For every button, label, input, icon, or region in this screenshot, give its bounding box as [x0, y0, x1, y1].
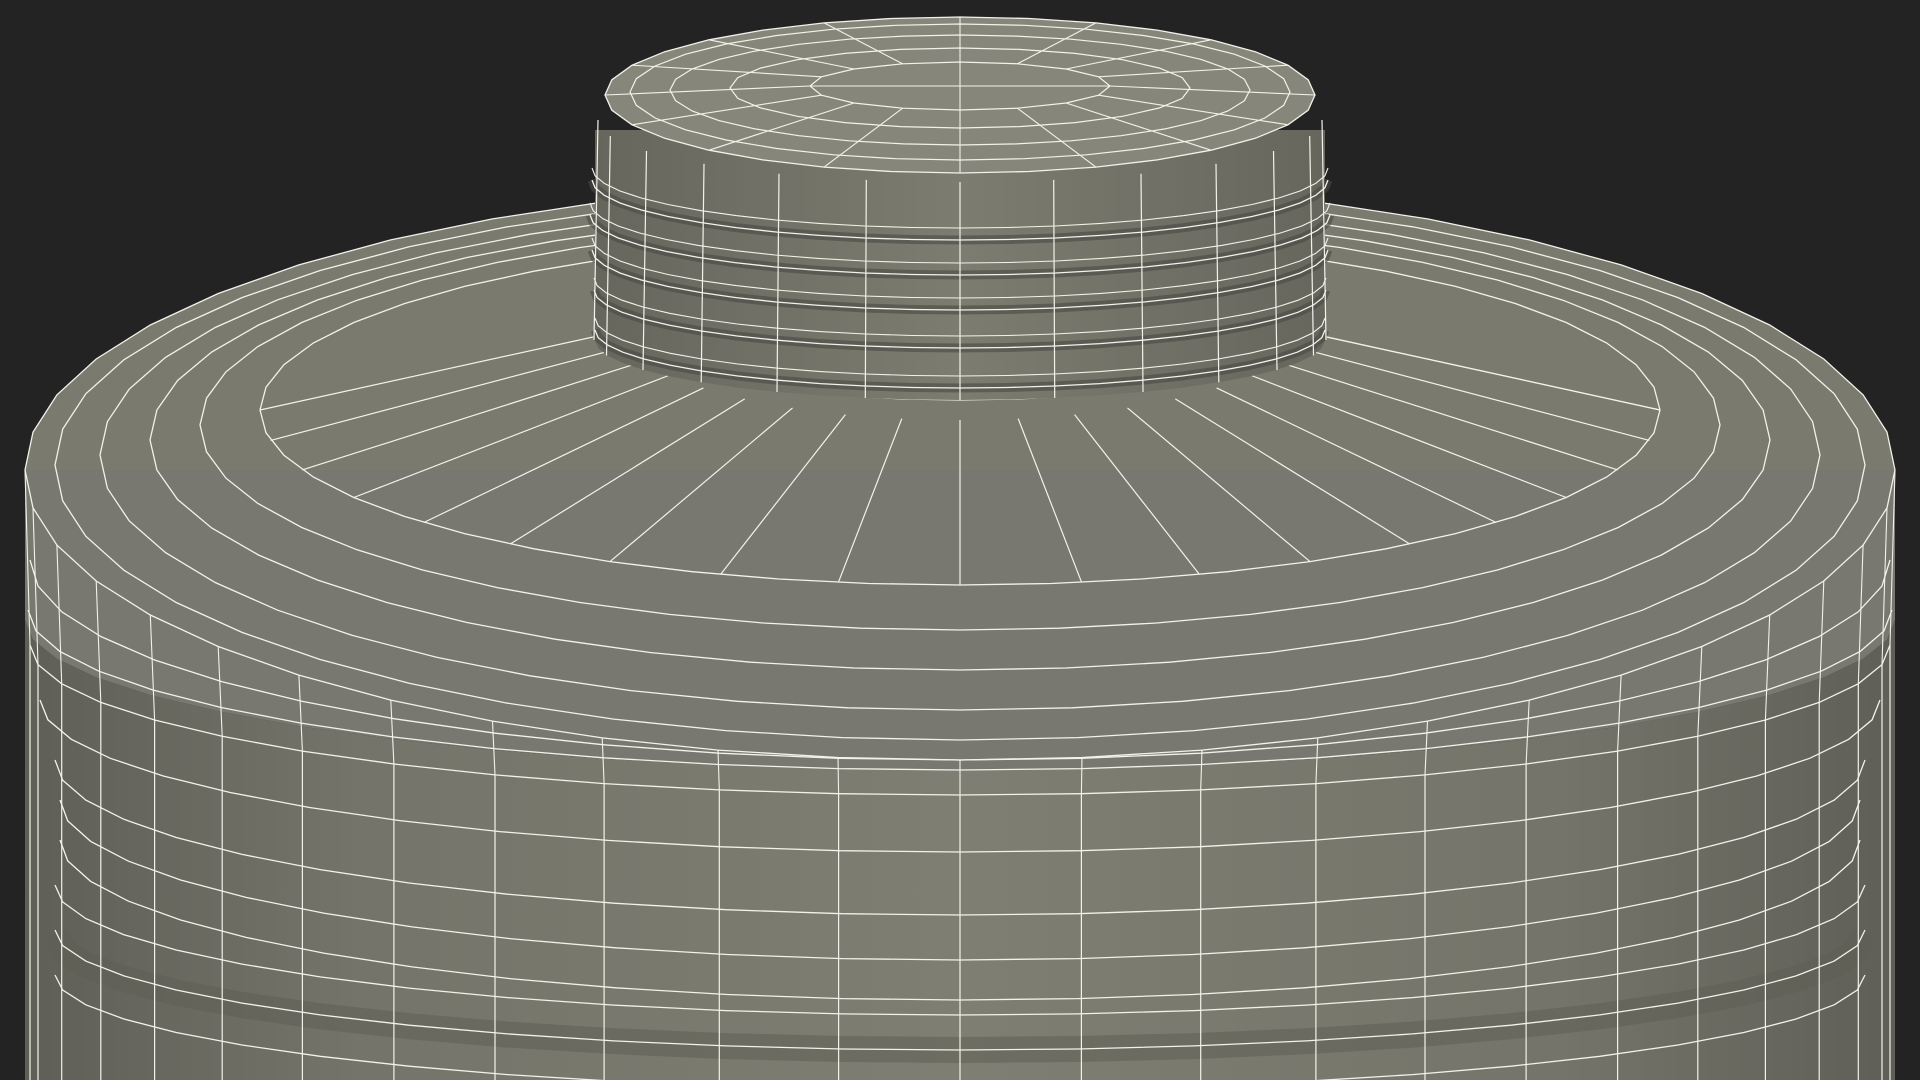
wireframe-render: [0, 0, 1920, 1080]
rim-vertical-line: [1080, 757, 1083, 794]
viewport-canvas: [0, 0, 1920, 1080]
rim-vertical-line: [837, 757, 840, 794]
neck-top-surface: [604, 16, 1316, 174]
